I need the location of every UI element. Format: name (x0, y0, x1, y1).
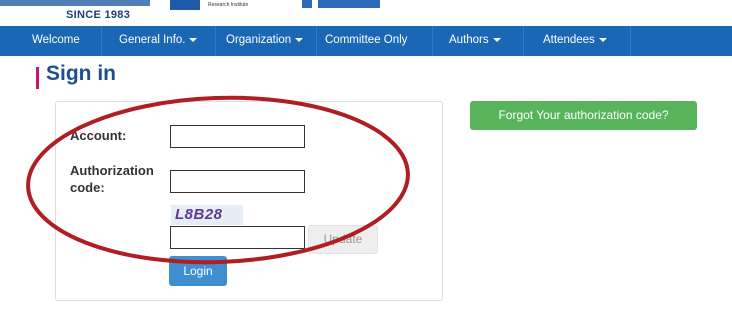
login-button[interactable]: Login (169, 256, 227, 286)
nav-item-label: General Info. (119, 34, 186, 46)
nav-divider (523, 26, 524, 56)
nav-divider (432, 26, 433, 56)
nav-divider (630, 26, 631, 56)
caret-down-icon (295, 37, 304, 42)
account-input[interactable] (170, 125, 305, 148)
nav-item-committee-only[interactable]: Committee Only (325, 26, 407, 56)
nav-divider (215, 26, 216, 56)
page-title: Sign in (46, 62, 116, 85)
caret-down-icon (189, 37, 198, 42)
nav-item-attendees[interactable]: Attendees (543, 26, 607, 56)
nav-item-label: Authors (449, 34, 489, 46)
authorization-code-input[interactable] (170, 170, 305, 193)
captcha-input[interactable] (170, 226, 305, 249)
nav-item-label: Welcome (32, 34, 80, 46)
account-label: Account: (70, 128, 127, 143)
nav-item-organization[interactable]: Organization (226, 26, 304, 56)
since-label: SINCE 1983 (66, 9, 131, 21)
nav-item-label: Attendees (543, 34, 595, 46)
org-logo: SINCE 1983 (0, 0, 150, 24)
caret-down-icon (598, 37, 607, 42)
authorization-code-label-line1: Authorization (70, 163, 154, 178)
captcha-image: L8B28 (171, 205, 243, 225)
nav-item-label: Committee Only (325, 34, 408, 46)
nav-item-authors[interactable]: Authors (449, 26, 501, 56)
partner-logo-mark (170, 0, 200, 10)
partner-logo-text: Research Institute (208, 2, 249, 8)
nav-divider (101, 26, 102, 56)
sponsor-logo (318, 0, 380, 8)
caret-down-icon (492, 37, 501, 42)
nav-item-label: Organization (226, 34, 292, 46)
forgot-authorization-code-button[interactable]: Forgot Your authorization code? (470, 101, 697, 130)
main-navbar: Welcome General Info. Organization Commi… (0, 26, 732, 56)
title-accent-bar (36, 67, 39, 89)
update-captcha-button[interactable]: Update (308, 225, 378, 254)
nav-item-welcome[interactable]: Welcome (32, 26, 80, 56)
sponsor-logo-mark (302, 0, 312, 8)
org-logo-bar (0, 0, 150, 6)
nav-item-general-info[interactable]: General Info. (119, 26, 198, 56)
nav-divider (316, 26, 317, 56)
authorization-code-label-line2: code: (70, 180, 105, 195)
